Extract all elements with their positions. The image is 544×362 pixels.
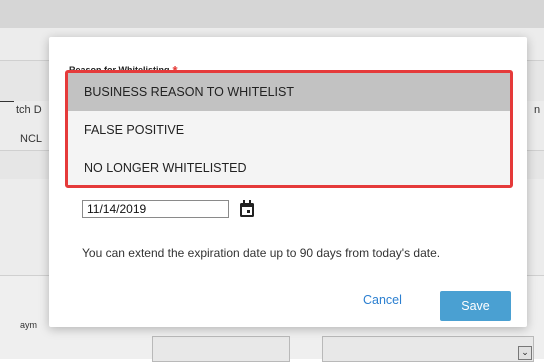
background-column-header-right: n xyxy=(534,104,541,116)
background-text-input[interactable] xyxy=(152,336,290,362)
whitelist-modal: Reason for Whitelisting* BUSINESS REASON… xyxy=(49,37,527,327)
expiration-date-input[interactable] xyxy=(82,200,229,218)
save-button[interactable]: Save xyxy=(440,291,511,321)
background-cell-text: NCL xyxy=(20,133,43,145)
dropdown-option-business-reason[interactable]: BUSINESS REASON TO WHITELIST xyxy=(68,73,510,111)
background-column-header-left: tch D xyxy=(16,104,42,116)
background-select-input[interactable] xyxy=(322,336,534,362)
background-header-bar xyxy=(0,0,544,28)
reason-dropdown-list[interactable]: BUSINESS REASON TO WHITELIST FALSE POSIT… xyxy=(65,70,513,188)
calendar-icon[interactable] xyxy=(239,200,255,218)
dropdown-option-false-positive[interactable]: FALSE POSITIVE xyxy=(68,111,510,149)
expiration-help-text: You can extend the expiration date up to… xyxy=(82,246,441,260)
cancel-button[interactable]: Cancel xyxy=(363,293,402,307)
background-row-label: aym xyxy=(20,320,38,330)
dropdown-option-no-longer-whitelisted[interactable]: NO LONGER WHITELISTED xyxy=(68,149,510,187)
background-divider xyxy=(0,101,14,102)
